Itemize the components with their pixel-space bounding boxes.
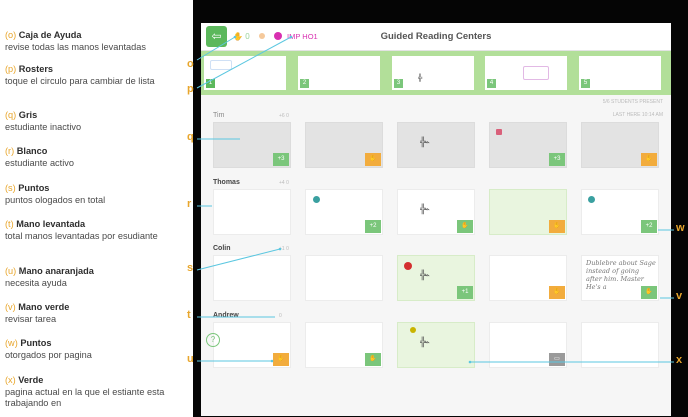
marker-s: s (187, 262, 194, 274)
students-present: 5/6 STUDENTS PRESENT (602, 99, 663, 105)
student-page-tile[interactable]: +2 (581, 189, 659, 235)
student-page-tile[interactable]: ▭ (489, 322, 567, 368)
legend-item-q: (q) Gris estudiante inactivo (5, 110, 82, 132)
points-badge: +1 (457, 286, 473, 299)
student-stats: +4 0 (279, 180, 289, 186)
points-badge: +2 (641, 220, 657, 233)
marker-r: r (187, 198, 192, 210)
page-title: Guided Reading Centers (380, 31, 492, 42)
student-page-tile[interactable]: +3 (213, 122, 291, 168)
student-name[interactable]: Tim (213, 112, 224, 119)
green-hand-icon[interactable]: ✋ (641, 286, 657, 299)
page-thumbnail[interactable]: 4 (485, 56, 567, 90)
legend-item-s: (s) Puntos puntos ologados en total (5, 183, 106, 205)
sketch-icon: ╬⌁ (420, 205, 430, 215)
points-badge: +3 (549, 153, 565, 166)
chat-icon[interactable]: ▭ (549, 353, 565, 366)
green-hand-icon[interactable]: ✋ (457, 220, 473, 233)
student-page-tile[interactable]: ╬⌁ ✋ (397, 189, 475, 235)
student-stats: +6 0 (279, 113, 289, 119)
marker-u: u (187, 353, 194, 365)
student-page-tile[interactable]: Dublebre about Sage instead of going aft… (581, 255, 659, 301)
legend-item-p: (p) Rosters toque el circulo para cambia… (5, 64, 155, 86)
marker-v: v (676, 290, 683, 302)
student-stats: +1 0 (279, 246, 289, 252)
current-page-tile[interactable]: ✋ (489, 189, 567, 235)
sketch-icon: ╬⌁ (420, 338, 430, 348)
points-badge: +2 (365, 220, 381, 233)
legend-item-o: (o) Caja de Ayuda revise todas las manos… (5, 30, 146, 52)
help-button[interactable]: ? (206, 333, 220, 347)
page-number: 1 (206, 79, 215, 88)
student-page-tile[interactable]: ✋ (213, 322, 291, 368)
legend-item-w: (w) Puntos otorgados por pagina (5, 338, 92, 360)
student-stats: 0 (279, 313, 282, 319)
page-number: 4 (487, 79, 496, 88)
last-here: LAST HERE 10:14 AM (612, 112, 663, 118)
student-page-tile[interactable] (213, 189, 291, 235)
student-name[interactable]: Colin (213, 245, 231, 252)
orange-hand-icon[interactable]: ✋ (641, 153, 657, 166)
sketch-icon: ╬⌁ (420, 271, 430, 281)
legend-item-r: (r) Blanco estudiante activo (5, 146, 74, 168)
top-bar: ⇦ ✋ 0 IMP HO1 Guided Reading Centers (201, 23, 671, 51)
page-number: 2 (300, 79, 309, 88)
current-page-tile[interactable]: ╬⌁ (397, 322, 475, 368)
student-page-tile[interactable] (581, 322, 659, 368)
student-page-tile[interactable]: ✋ (489, 255, 567, 301)
student-page-tile[interactable]: ✋ (305, 322, 383, 368)
current-page-tile[interactable]: ╬⌁ +1 (397, 255, 475, 301)
page-thumbnail[interactable]: 5 (579, 56, 661, 90)
student-name[interactable]: Andrew (213, 312, 239, 319)
student-page-tile[interactable]: ✋ (581, 122, 659, 168)
student-page-tile[interactable] (213, 255, 291, 301)
marker-q: q (187, 131, 194, 143)
student-page-tile[interactable]: +3 (489, 122, 567, 168)
student-page-tile[interactable] (305, 255, 383, 301)
legend-item-x: (x) Verde pagina actual en la que el est… (5, 375, 165, 408)
help-icon: ? (210, 335, 216, 344)
app-screen: ⇦ ✋ 0 IMP HO1 Guided Reading Centers 1 2… (201, 23, 671, 416)
legend-item-t: (t) Mano levantada total manos levantada… (5, 219, 158, 241)
legend-item-u: (u) Mano anaranjada necesita ayuda (5, 266, 94, 288)
sketch-icon: ╬ (418, 74, 422, 82)
marker-t: t (187, 309, 191, 321)
page-thumbnail[interactable]: 3 ╬ (392, 56, 474, 90)
pages-row: 1 2 3 ╬ 4 5 (201, 51, 671, 95)
page-thumbnail[interactable]: 2 (298, 56, 380, 90)
student-page-tile[interactable]: ✋ (305, 122, 383, 168)
green-hand-icon[interactable]: ✋ (365, 353, 381, 366)
points-badge: +3 (273, 153, 289, 166)
page-thumbnail[interactable]: 1 (204, 56, 286, 90)
marker-w: w (676, 222, 685, 234)
marker-x: x (676, 354, 683, 366)
marker-p: p (187, 83, 194, 95)
student-page-tile[interactable]: ╬⌁ (397, 122, 475, 168)
orange-hand-icon[interactable]: ✋ (365, 153, 381, 166)
sketch-icon: ╬⌁ (420, 138, 430, 148)
page-number: 5 (581, 79, 590, 88)
marker-o: o (187, 58, 194, 70)
student-name[interactable]: Thomas (213, 179, 240, 186)
orange-hand-icon[interactable]: ✋ (549, 220, 565, 233)
orange-hand-icon[interactable]: ✋ (273, 353, 289, 366)
student-page-tile[interactable]: +2 (305, 189, 383, 235)
orange-hand-icon[interactable]: ✋ (549, 286, 565, 299)
page-number: 3 (394, 79, 403, 88)
legend-item-v: (v) Mano verde revisar tarea (5, 302, 70, 324)
